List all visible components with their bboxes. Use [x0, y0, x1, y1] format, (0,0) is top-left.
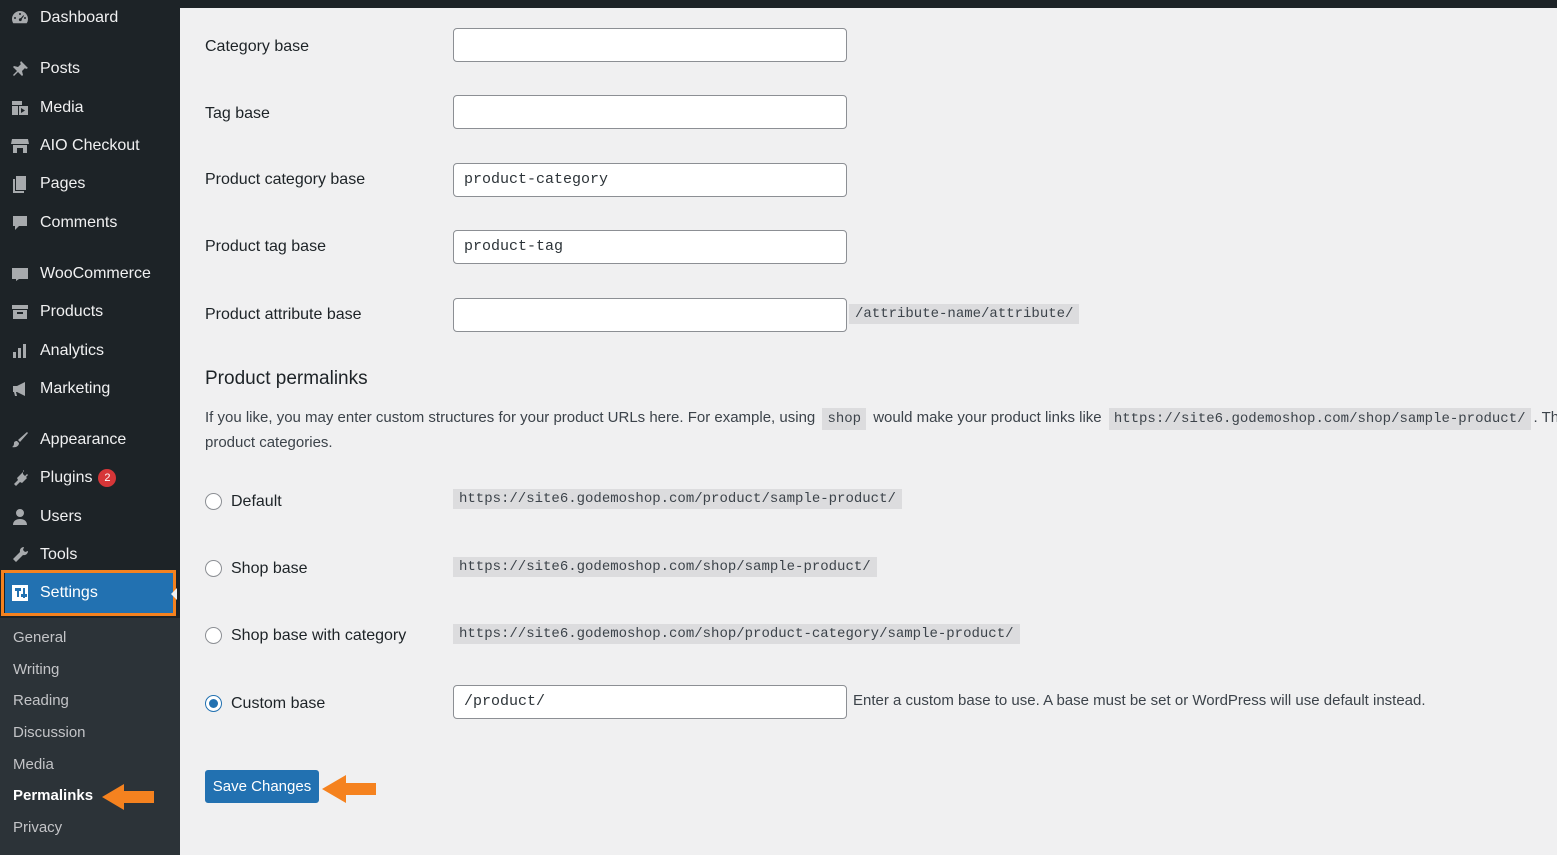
- custom-base-input[interactable]: /product/: [453, 685, 847, 719]
- radio-shop-base[interactable]: [205, 560, 222, 577]
- sidebar-item-pages[interactable]: Pages: [0, 167, 180, 201]
- radio-shop-base-category-label[interactable]: Shop base with category: [231, 627, 406, 645]
- submenu-media[interactable]: Media: [13, 756, 54, 773]
- sidebar-item-label: Products: [40, 303, 104, 320]
- wrench-icon: [9, 544, 31, 566]
- sidebar-item-marketing[interactable]: Marketing: [0, 372, 180, 406]
- radio-shop-base-category[interactable]: [205, 627, 222, 644]
- attribute-base-suffix: /attribute-name/attribute/: [849, 304, 1080, 324]
- tag-base-label: Tag base: [205, 105, 270, 122]
- radio-default-label[interactable]: Default: [231, 493, 282, 511]
- sidebar-item-aio-checkout[interactable]: AIO Checkout: [0, 129, 180, 163]
- archive-icon: [9, 301, 31, 323]
- dashboard-icon: [9, 7, 31, 29]
- sidebar-item-label: Posts: [40, 60, 81, 77]
- media-icon: [9, 97, 31, 119]
- radio-custom-base[interactable]: [205, 695, 222, 712]
- radio-shop-base-label[interactable]: Shop base: [231, 560, 308, 578]
- product-permalinks-heading: Product permalinks: [205, 368, 368, 389]
- shop-base-category-example-url: https://site6.godemoshop.com/shop/produc…: [453, 624, 1020, 644]
- sidebar-item-plugins[interactable]: Plugins 2: [0, 461, 180, 495]
- sidebar-item-label: WooCommerce: [40, 265, 151, 282]
- desc-code-url: https://site6.godemoshop.com/shop/sample…: [1108, 408, 1531, 430]
- plugins-update-badge: 2: [98, 469, 117, 487]
- product-attribute-base-label: Product attribute base: [205, 306, 362, 323]
- sidebar-item-label: Tools: [40, 546, 78, 563]
- sidebar-item-tools[interactable]: Tools: [0, 538, 180, 572]
- megaphone-icon: [9, 378, 31, 400]
- sidebar-item-label: Users: [40, 508, 82, 525]
- category-base-label: Category base: [205, 38, 310, 55]
- default-example-url: https://site6.godemoshop.com/product/sam…: [453, 489, 902, 509]
- desc-text: would make your product links like: [873, 409, 1102, 426]
- permalinks-arrow-annotation: [102, 784, 154, 810]
- product-category-base-label: Product category base: [205, 171, 366, 188]
- sidebar-item-posts[interactable]: Posts: [0, 52, 180, 86]
- brush-icon: [9, 429, 31, 451]
- sidebar-item-products[interactable]: Products: [0, 295, 180, 329]
- settings-highlight-annotation: [1, 570, 176, 616]
- sidebar-item-label: Pages: [40, 175, 86, 192]
- submenu-discussion[interactable]: Discussion: [13, 724, 86, 741]
- admin-sidebar: Dashboard Posts Media AIO Checkout Pages…: [0, 0, 180, 855]
- submenu-privacy[interactable]: Privacy: [13, 819, 62, 836]
- sidebar-item-analytics[interactable]: Analytics: [0, 334, 180, 368]
- user-icon: [9, 506, 31, 528]
- bar-chart-icon: [9, 340, 31, 362]
- radio-default[interactable]: [205, 493, 222, 510]
- comment-icon: [9, 212, 31, 234]
- sidebar-item-label: Media: [40, 99, 84, 116]
- save-changes-button[interactable]: Save Changes: [205, 770, 319, 803]
- desc-text: If you like, you may enter custom struct…: [205, 409, 816, 426]
- sidebar-item-appearance[interactable]: Appearance: [0, 423, 180, 457]
- sidebar-item-label: AIO Checkout: [40, 137, 140, 154]
- product-attribute-base-input[interactable]: [453, 298, 847, 332]
- active-menu-notch: [171, 588, 177, 600]
- admin-top-bar: [0, 0, 1557, 8]
- product-permalinks-description: If you like, you may enter custom struct…: [205, 406, 1557, 454]
- product-category-base-input[interactable]: product-category: [453, 163, 847, 197]
- sidebar-item-label: Dashboard: [40, 9, 119, 26]
- radio-custom-base-label[interactable]: Custom base: [231, 695, 325, 713]
- submenu-permalinks[interactable]: Permalinks: [13, 787, 93, 804]
- save-arrow-annotation: [322, 775, 376, 803]
- product-tag-base-label: Product tag base: [205, 238, 326, 255]
- sidebar-item-woocommerce[interactable]: WooCommerce: [0, 257, 180, 291]
- desc-text: . This setting: [1533, 409, 1557, 426]
- sidebar-item-comments[interactable]: Comments: [0, 206, 180, 240]
- pin-icon: [9, 58, 31, 80]
- submenu-general[interactable]: General: [13, 629, 66, 646]
- category-base-input[interactable]: [453, 28, 847, 62]
- submenu-writing[interactable]: Writing: [13, 661, 59, 678]
- custom-base-help: Enter a custom base to use. A base must …: [853, 692, 1426, 709]
- sidebar-item-label: Comments: [40, 214, 118, 231]
- tag-base-input[interactable]: [453, 95, 847, 129]
- sidebar-item-dashboard[interactable]: Dashboard: [0, 1, 180, 35]
- submenu-reading[interactable]: Reading: [13, 692, 69, 709]
- woo-icon: [9, 263, 31, 285]
- desc-text: product categories.: [205, 434, 333, 451]
- pages-icon: [9, 173, 31, 195]
- desc-code-shop: shop: [822, 408, 867, 430]
- product-tag-base-input[interactable]: product-tag: [453, 230, 847, 264]
- sidebar-item-media[interactable]: Media: [0, 91, 180, 125]
- sidebar-item-label: Appearance: [40, 431, 127, 448]
- sidebar-item-label: Marketing: [40, 380, 111, 397]
- sidebar-item-label: Plugins: [40, 469, 93, 486]
- plug-icon: [9, 467, 31, 489]
- store-icon: [9, 135, 31, 157]
- sidebar-item-users[interactable]: Users: [0, 500, 180, 534]
- shop-base-example-url: https://site6.godemoshop.com/shop/sample…: [453, 557, 877, 577]
- sidebar-item-label: Analytics: [40, 342, 105, 359]
